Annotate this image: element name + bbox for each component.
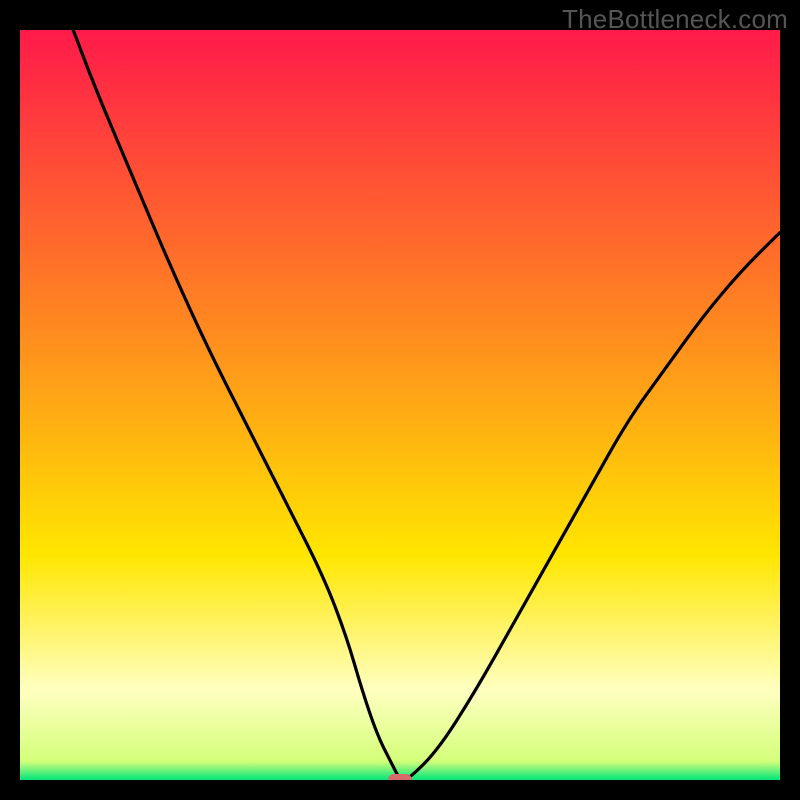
chart-canvas: TheBottleneck.com — [0, 0, 800, 800]
bottleneck-curve — [20, 30, 780, 780]
plot-area — [20, 30, 780, 780]
watermark-text: TheBottleneck.com — [562, 4, 788, 35]
optimal-marker — [388, 774, 412, 780]
